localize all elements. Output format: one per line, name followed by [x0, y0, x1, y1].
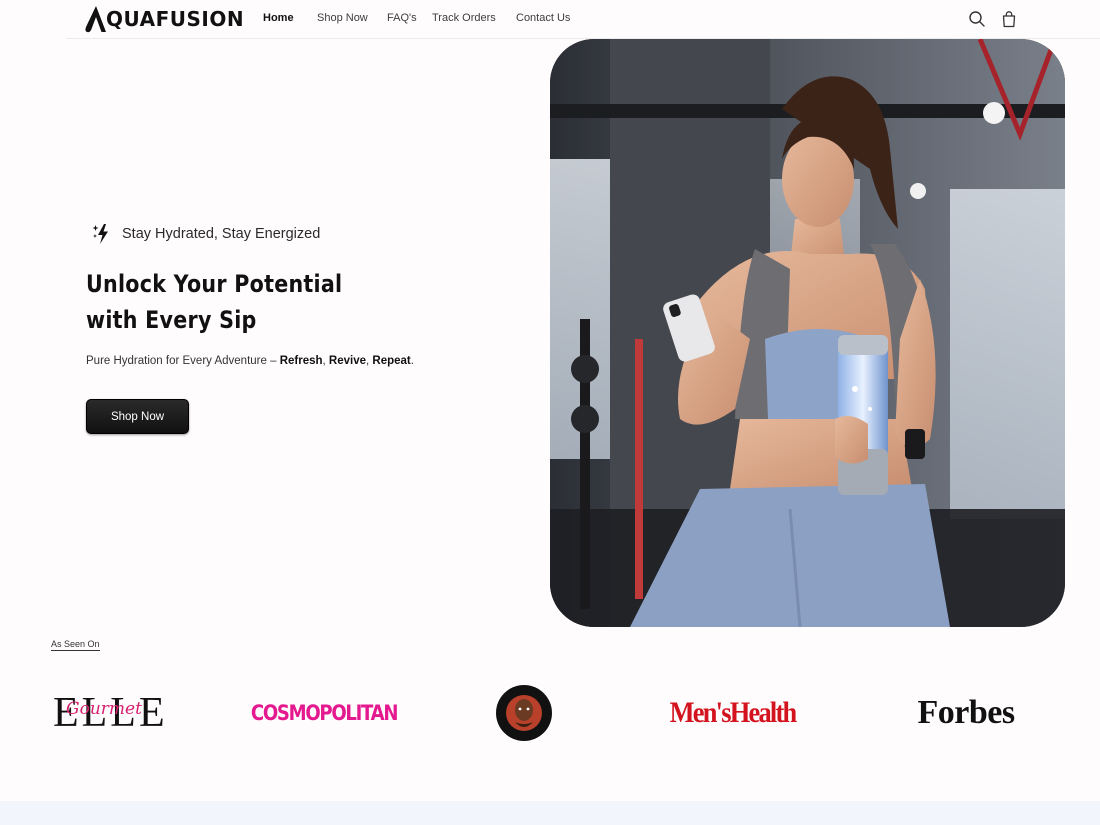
nav-contact-us[interactable]: Contact Us — [516, 12, 586, 24]
nav-shop-now[interactable]: Shop Now — [317, 12, 387, 24]
subtext-refresh: Refresh — [279, 355, 323, 367]
hero-image — [550, 39, 1065, 627]
site-logo[interactable]: QUAFUSION — [84, 5, 244, 33]
forbes-text: Forbes — [917, 694, 1015, 731]
subtext-end: . — [410, 355, 414, 367]
logo-text: QUAFUSION — [106, 7, 245, 31]
tagline-text: Stay Hydrated, Stay Energized — [122, 226, 321, 242]
search-icon[interactable] — [968, 10, 986, 28]
as-seen-on-title: As Seen On — [51, 639, 100, 651]
subtext-repeat: Repeat — [372, 355, 411, 367]
cosmopolitan-text: COSMOPOLITAN — [250, 701, 399, 725]
droplet-a-icon — [85, 6, 106, 33]
shopping-bag-icon[interactable] — [1000, 10, 1018, 28]
lightning-sparkle-icon — [92, 224, 108, 244]
subtext-revive: Revive — [328, 355, 366, 367]
main-nav: Home Shop Now FAQ's Track Orders Contact… — [263, 12, 586, 24]
mens-health-text: Men'sHealth — [669, 696, 797, 729]
nav-track-orders[interactable]: Track Orders — [432, 12, 516, 24]
site-header: QUAFUSION Home Shop Now FAQ's Track Orde… — [0, 0, 1100, 38]
gourmet-text: Gourmet — [66, 699, 142, 719]
hero-subtext: Pure Hydration for Every Adventure – Ref… — [86, 355, 414, 367]
nav-faqs[interactable]: FAQ's — [387, 12, 432, 24]
hero-headline: Unlock Your Potential with Every Sip — [86, 270, 343, 334]
next-section-band — [0, 801, 1100, 825]
shop-now-button[interactable]: Shop Now — [86, 399, 189, 434]
elle-wrap: ELLE Gourmet — [53, 692, 165, 734]
press-logo-forbes: Forbes — [908, 680, 1024, 746]
subtext-prefix: Pure Hydration for Every Adventure – — [86, 355, 280, 367]
hero-tagline: Stay Hydrated, Stay Energized — [92, 222, 320, 246]
press-logo-cosmopolitan: COSMOPOLITAN — [251, 680, 399, 746]
press-logo-mens-health: Men'sHealth — [668, 680, 797, 746]
press-logo-elle-gourmet: ELLE Gourmet — [50, 680, 165, 746]
press-logo-joe-rogan — [490, 680, 558, 746]
nav-home[interactable]: Home — [263, 12, 317, 24]
woman-with-bottle-illustration — [550, 39, 1065, 627]
joe-rogan-badge-icon — [496, 685, 552, 741]
